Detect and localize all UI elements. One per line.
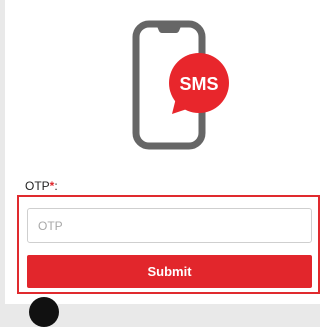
- submit-button[interactable]: Submit: [27, 255, 312, 288]
- otp-form: Submit: [17, 195, 320, 294]
- otp-input[interactable]: [27, 208, 312, 243]
- phone-sms-icon: SMS: [132, 20, 229, 150]
- otp-label-suffix: :: [54, 179, 58, 193]
- sms-bubble-text: SMS: [179, 74, 218, 94]
- otp-label: OTP*:: [25, 179, 58, 193]
- avatar[interactable]: [29, 297, 59, 327]
- otp-label-text: OTP: [25, 179, 50, 193]
- otp-page: SMS OTP*: Submit: [5, 0, 320, 327]
